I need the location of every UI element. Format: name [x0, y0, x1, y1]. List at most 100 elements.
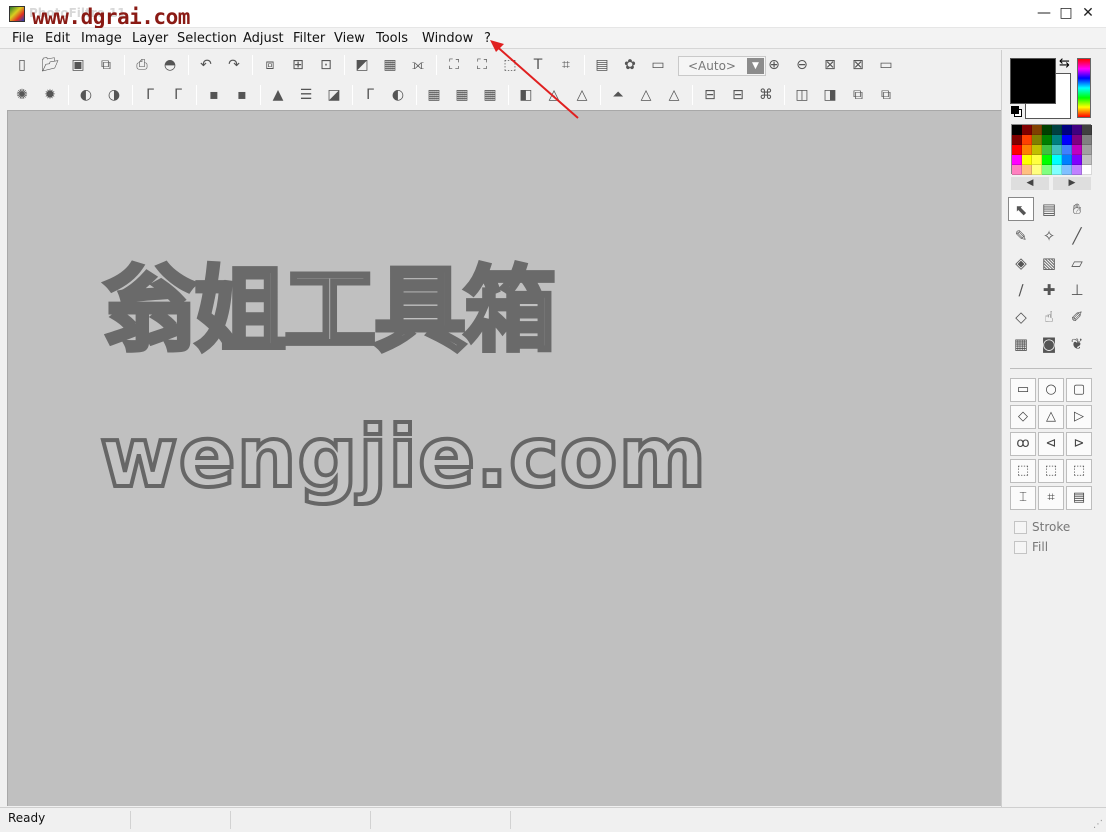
magic-wand-tool-icon[interactable]: ✧: [1036, 224, 1062, 248]
clone-tool-icon[interactable]: ▤: [1036, 197, 1062, 221]
sharpen-icon[interactable]: ◧: [516, 85, 536, 105]
color-spectrum[interactable]: [1077, 58, 1091, 118]
export-icon[interactable]: ◨: [820, 85, 840, 105]
palette-swatch[interactable]: [1072, 155, 1082, 165]
brightness-down-icon[interactable]: ✺: [12, 85, 32, 105]
palette-swatch[interactable]: [1072, 135, 1082, 145]
fit-icon[interactable]: ⊠: [820, 55, 840, 75]
ellipse-shape-icon[interactable]: ○: [1038, 378, 1064, 402]
blur-icon[interactable]: ▦: [452, 85, 472, 105]
actual-size-icon[interactable]: ⊠: [848, 55, 868, 75]
palette-swatch[interactable]: [1072, 125, 1082, 135]
text-icon[interactable]: T: [528, 55, 548, 75]
palette-swatch[interactable]: [1072, 145, 1082, 155]
palette-swatch[interactable]: [1022, 165, 1032, 175]
triangle-right-shape-icon[interactable]: ▷: [1066, 405, 1092, 429]
paste-new-icon[interactable]: ⊡: [316, 55, 336, 75]
palette-swatch[interactable]: [1042, 135, 1052, 145]
color-palette[interactable]: [1011, 124, 1092, 175]
mosaic-icon[interactable]: ▦: [424, 85, 444, 105]
frame-tool-icon[interactable]: ◙: [1036, 332, 1062, 356]
menu-edit[interactable]: Edit: [45, 31, 70, 46]
select-all-icon[interactable]: ⬚: [1010, 459, 1036, 483]
menu-layer[interactable]: Layer: [132, 31, 168, 46]
contrast-down-icon[interactable]: ◐: [76, 85, 96, 105]
soften-icon[interactable]: ◬: [544, 85, 564, 105]
maximize-button[interactable]: □: [1056, 4, 1076, 22]
palette-swatch[interactable]: [1062, 155, 1072, 165]
advanced-brush-tool-icon[interactable]: ✚: [1036, 278, 1062, 302]
free-selection-icon[interactable]: ⌶: [1010, 486, 1036, 510]
stamp-tool-icon[interactable]: ⊥: [1064, 278, 1090, 302]
flip-v-icon[interactable]: △: [664, 85, 684, 105]
menu-image[interactable]: Image: [81, 31, 122, 46]
redo-icon[interactable]: ↷: [224, 55, 244, 75]
menu-filter[interactable]: Filter: [293, 31, 325, 46]
close-button[interactable]: ✕: [1078, 4, 1098, 22]
scan-icon[interactable]: ◓: [160, 55, 180, 75]
palette-swatch[interactable]: [1052, 135, 1062, 145]
image-size-icon[interactable]: ⛶: [444, 55, 464, 75]
triangle-shape-icon[interactable]: △: [1038, 405, 1064, 429]
polygon-shape-icon[interactable]: ⊲: [1038, 432, 1064, 456]
finger-tool-icon[interactable]: ☝︎: [1036, 305, 1062, 329]
palette-swatch[interactable]: [1032, 135, 1042, 145]
fill-icon[interactable]: ◩: [352, 55, 372, 75]
levels-icon[interactable]: ▲: [268, 85, 288, 105]
grid-icon[interactable]: ▦: [380, 55, 400, 75]
saturation-up-icon[interactable]: ▪: [232, 85, 252, 105]
zoom-select[interactable]: <Auto> ▼: [678, 56, 766, 76]
palette-swatch[interactable]: [1012, 165, 1022, 175]
copy-image-icon[interactable]: ⧈: [260, 55, 280, 75]
palette-next-icon[interactable]: ▶: [1053, 177, 1091, 190]
menu-view[interactable]: View: [334, 31, 365, 46]
saturation-down-icon[interactable]: ▪: [204, 85, 224, 105]
flip-h-icon[interactable]: △: [636, 85, 656, 105]
palette-swatch[interactable]: [1022, 155, 1032, 165]
darken-icon[interactable]: ⏶: [608, 85, 628, 105]
palette-swatch[interactable]: [1052, 165, 1062, 175]
save-as-icon[interactable]: ⧉: [96, 55, 116, 75]
rotate-icon[interactable]: ⊟: [700, 85, 720, 105]
palette-swatch[interactable]: [1082, 145, 1092, 155]
palette-swatch[interactable]: [1052, 145, 1062, 155]
batch-export-icon[interactable]: ⧉: [876, 85, 896, 105]
manage-selection-icon[interactable]: ▤: [1066, 486, 1092, 510]
brush-tool-icon[interactable]: ∕: [1008, 278, 1034, 302]
save-icon[interactable]: ▣: [68, 55, 88, 75]
move-selection-icon[interactable]: ⌗: [1038, 486, 1064, 510]
new-icon[interactable]: ▯: [12, 55, 32, 75]
chevron-down-icon[interactable]: ▼: [747, 58, 764, 74]
palette-swatch[interactable]: [1042, 165, 1052, 175]
image-workspace[interactable]: 翁姐工具箱 wengjie.com: [7, 110, 1001, 806]
reset-colors-icon[interactable]: [1011, 106, 1023, 118]
palette-swatch[interactable]: [1012, 135, 1022, 145]
palette-swatch[interactable]: [1052, 125, 1062, 135]
minimize-button[interactable]: —: [1034, 4, 1054, 22]
plugin-tool-icon[interactable]: ❦: [1064, 332, 1090, 356]
undo-icon[interactable]: ↶: [196, 55, 216, 75]
transform-icon[interactable]: ⟗: [408, 55, 428, 75]
invert-select-icon[interactable]: ⬚: [1038, 459, 1064, 483]
menu-tools[interactable]: Tools: [376, 31, 408, 46]
gamma-up-icon[interactable]: Γ: [168, 85, 188, 105]
palette-swatch[interactable]: [1032, 155, 1042, 165]
palette-swatch[interactable]: [1042, 155, 1052, 165]
external-icon[interactable]: ⧉: [848, 85, 868, 105]
line-tool-icon[interactable]: ╱: [1064, 224, 1090, 248]
paste-image-icon[interactable]: ⊞: [288, 55, 308, 75]
explorer-icon[interactable]: ▤: [592, 55, 612, 75]
balance-icon[interactable]: ☰: [296, 85, 316, 105]
palette-prev-icon[interactable]: ◀: [1011, 177, 1049, 190]
menu-window[interactable]: Window: [422, 31, 473, 46]
palette-swatch[interactable]: [1012, 155, 1022, 165]
palette-swatch[interactable]: [1062, 125, 1072, 135]
mirror-icon[interactable]: ⊟: [728, 85, 748, 105]
batch-icon[interactable]: ▭: [648, 55, 668, 75]
palette-swatch[interactable]: [1012, 125, 1022, 135]
automate-icon[interactable]: ✿: [620, 55, 640, 75]
palette-swatch[interactable]: [1012, 145, 1022, 155]
eraser-tool-icon[interactable]: ▱: [1064, 251, 1090, 275]
auto-contrast-icon[interactable]: ◪: [324, 85, 344, 105]
gamma-down-icon[interactable]: Γ: [140, 85, 160, 105]
